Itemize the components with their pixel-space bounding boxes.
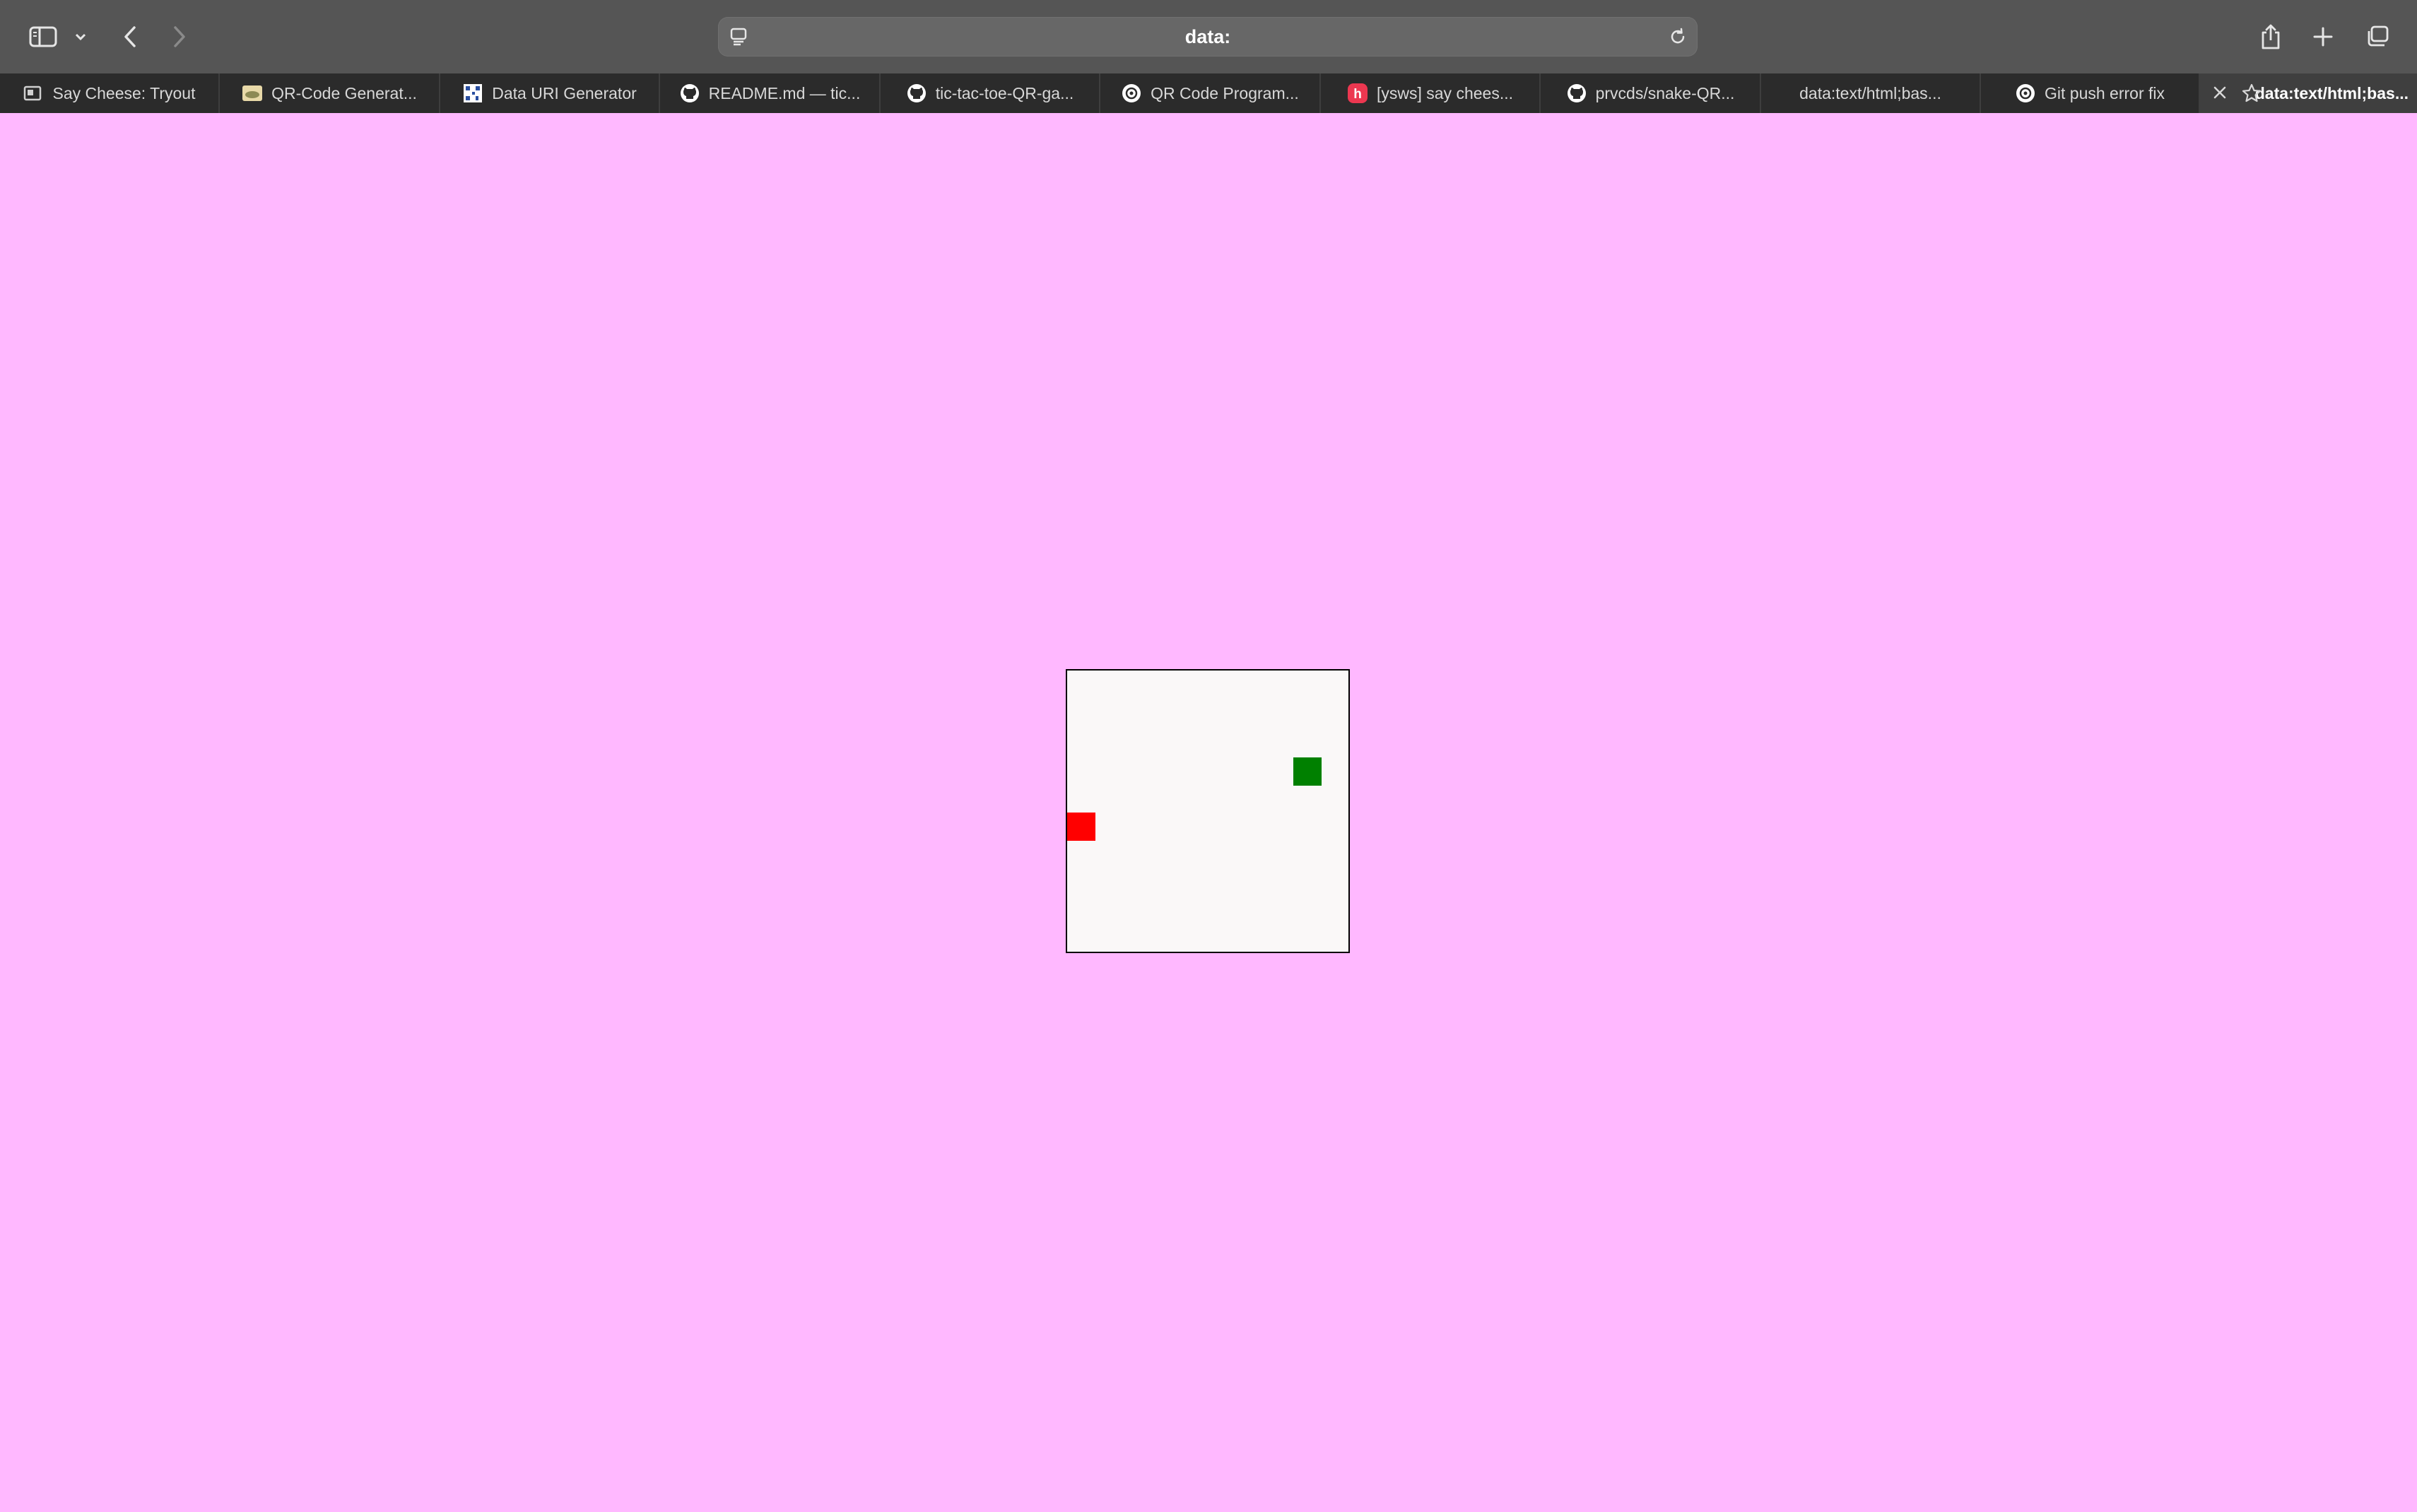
back-button[interactable] xyxy=(119,16,141,58)
plus-icon xyxy=(2313,27,2333,47)
share-icon xyxy=(2262,24,2280,49)
tab-bar: Say Cheese: Tryout QR-Code Generat... Da… xyxy=(0,73,2417,113)
openai-favicon xyxy=(1121,83,1142,104)
star-icon[interactable] xyxy=(2241,83,2262,108)
snake-game-board[interactable] xyxy=(1066,669,1350,953)
github-favicon xyxy=(679,83,700,104)
chevron-right-icon xyxy=(174,26,185,47)
hackclub-favicon: h xyxy=(1347,83,1368,104)
tab-data-uri-generator[interactable]: Data URI Generator xyxy=(440,73,660,113)
tab-qr-code-program[interactable]: QR Code Program... xyxy=(1100,73,1321,113)
video-favicon xyxy=(23,83,45,104)
tab-git-push-error-fix[interactable]: Git push error fix xyxy=(1981,73,2200,113)
browser-toolbar: data: xyxy=(0,0,2417,73)
tab-tic-tac-toe[interactable]: tic-tac-toe-QR-ga... xyxy=(881,73,1100,113)
tab-overview-button[interactable] xyxy=(2363,16,2392,58)
address-text[interactable]: data: xyxy=(718,17,1698,57)
food-square xyxy=(1293,757,1322,786)
address-bar[interactable]: data: xyxy=(718,17,1698,57)
chevron-left-icon xyxy=(124,26,136,47)
svg-text:h: h xyxy=(1353,87,1362,102)
sidebar-icon[interactable] xyxy=(27,16,59,58)
tab-readme[interactable]: README.md — tic... xyxy=(660,73,881,113)
tab-say-cheese[interactable]: Say Cheese: Tryout xyxy=(0,73,220,113)
github-favicon xyxy=(1566,83,1587,104)
tabs-overview-icon xyxy=(2368,25,2389,47)
close-icon[interactable] xyxy=(2211,84,2228,105)
tab-active-data-text-html[interactable]: data:text/html;bas... xyxy=(2200,73,2417,113)
tab-qr-code-generator[interactable]: QR-Code Generat... xyxy=(220,73,440,113)
reload-icon[interactable] xyxy=(1668,27,1688,50)
image-favicon xyxy=(242,83,263,104)
forward-button[interactable] xyxy=(168,16,191,58)
tab-snake-qr[interactable]: prvcds/snake-QR... xyxy=(1541,73,1761,113)
tab-ysws-say-cheese[interactable]: h [ysws] say chees... xyxy=(1321,73,1541,113)
qr-favicon xyxy=(462,83,483,104)
github-favicon xyxy=(906,83,927,104)
snake-head xyxy=(1067,813,1095,841)
share-button[interactable] xyxy=(2259,16,2283,58)
openai-favicon xyxy=(2015,83,2036,104)
new-tab-button[interactable] xyxy=(2311,16,2335,58)
chevron-down-icon[interactable] xyxy=(71,16,90,58)
tab-data-text-html[interactable]: data:text/html;bas... xyxy=(1761,73,1981,113)
